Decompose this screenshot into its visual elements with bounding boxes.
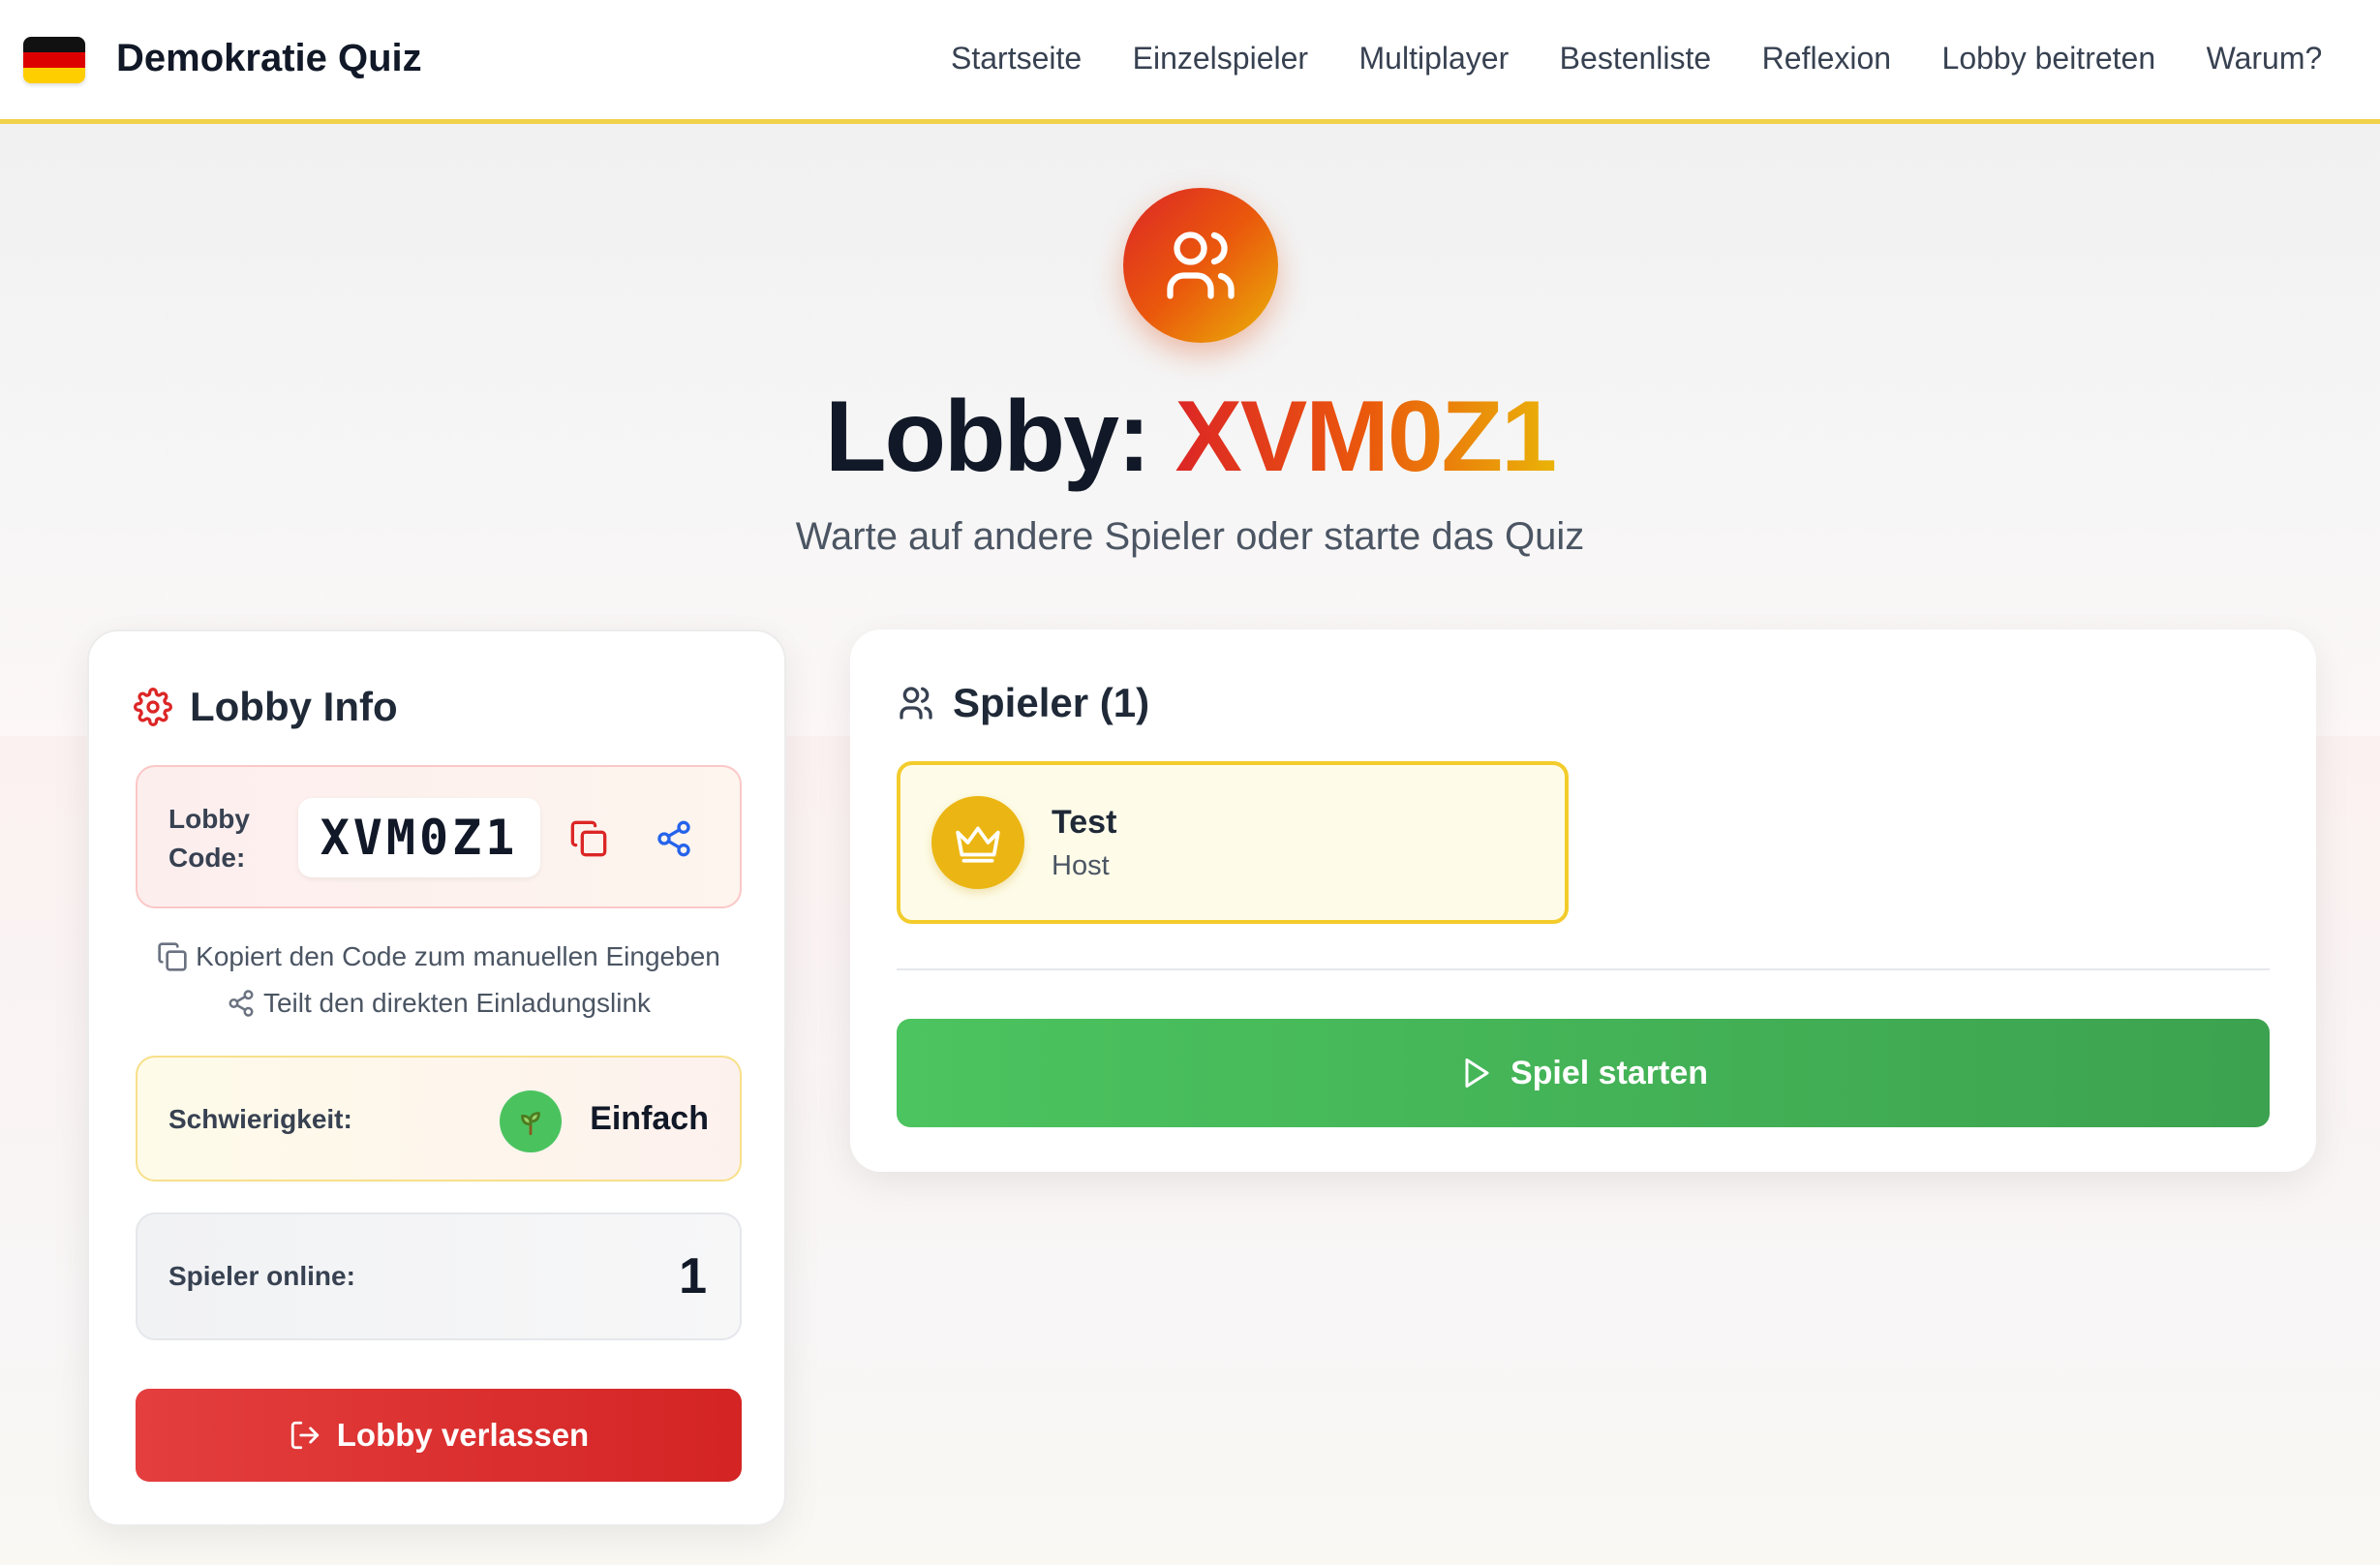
difficulty-box: Schwierigkeit: Einfach <box>136 1056 742 1181</box>
gear-icon <box>134 688 172 726</box>
nav-link-einzelspieler[interactable]: Einzelspieler <box>1133 41 1308 76</box>
player-name: Test <box>1052 804 1117 841</box>
difficulty-value: Einfach <box>590 1100 709 1137</box>
leave-lobby-label: Lobby verlassen <box>336 1417 590 1453</box>
copy-hint-text: Kopiert den Code zum manuellen Eingeben <box>196 941 720 971</box>
share-hint-icon <box>227 989 256 1018</box>
nav-link-warum[interactable]: Warum? <box>2207 41 2323 76</box>
users-icon <box>1123 188 1278 343</box>
german-flag-icon <box>23 37 85 83</box>
nav-links: Startseite Einzelspieler Multiplayer Bes… <box>951 41 2368 77</box>
copy-hint: Kopiert den Code zum manuellen Eingeben <box>89 941 788 972</box>
crown-icon <box>931 796 1024 889</box>
players-card: Spieler (1) Test Host Spiel starten <box>850 629 2316 1172</box>
lobby-code-value[interactable]: XVM0Z1 <box>298 798 540 877</box>
page-title-code: XVM0Z1 <box>1175 381 1557 493</box>
nav-link-startseite[interactable]: Startseite <box>951 41 1082 76</box>
page-title: Lobby: XVM0Z1 <box>0 380 2380 495</box>
logout-icon <box>289 1419 321 1452</box>
share-icon[interactable] <box>647 812 701 866</box>
players-header: Spieler (1) <box>897 680 1149 726</box>
players-online-box: Spieler online: 1 <box>136 1212 742 1340</box>
lobby-code-box: Lobby Code: XVM0Z1 <box>136 765 742 908</box>
copy-hint-icon <box>157 941 188 972</box>
start-game-label: Spiel starten <box>1510 1054 1709 1091</box>
player-role: Host <box>1052 850 1110 881</box>
lobby-info-header: Lobby Info <box>134 684 398 730</box>
page-subtitle: Warte auf andere Spieler oder starte das… <box>795 515 1585 558</box>
users-icon <box>897 684 935 722</box>
top-navbar: Demokratie Quiz Startseite Einzelspieler… <box>0 0 2380 124</box>
lobby-info-title: Lobby Info <box>190 684 398 729</box>
nav-link-bestenliste[interactable]: Bestenliste <box>1560 41 1712 76</box>
page-title-prefix: Lobby: <box>824 381 1175 493</box>
share-hint: Teilt den direkten Einladungslink <box>89 988 788 1019</box>
play-icon <box>1458 1056 1493 1090</box>
players-online-count: 1 <box>679 1248 707 1304</box>
copy-icon[interactable] <box>562 812 616 866</box>
players-title: Spieler (1) <box>953 680 1150 725</box>
lobby-info-card: Lobby Info Lobby Code: XVM0Z1 Kopiert de… <box>87 629 786 1526</box>
player-card: Test Host <box>897 761 1569 924</box>
brand-title[interactable]: Demokratie Quiz <box>116 37 422 80</box>
nav-link-reflexion[interactable]: Reflexion <box>1762 41 1891 76</box>
nav-link-multiplayer[interactable]: Multiplayer <box>1359 41 1510 76</box>
difficulty-label: Schwierigkeit: <box>168 1104 352 1134</box>
divider <box>897 968 2270 970</box>
share-hint-text: Teilt den direkten Einladungslink <box>262 988 652 1018</box>
start-game-button[interactable]: Spiel starten <box>897 1019 2270 1127</box>
seedling-icon <box>500 1090 562 1152</box>
players-online-label: Spieler online: <box>168 1261 355 1291</box>
leave-lobby-button[interactable]: Lobby verlassen <box>136 1389 742 1482</box>
lobby-code-label: Lobby Code: <box>168 804 250 873</box>
nav-link-lobby-beitreten[interactable]: Lobby beitreten <box>1942 41 2156 76</box>
